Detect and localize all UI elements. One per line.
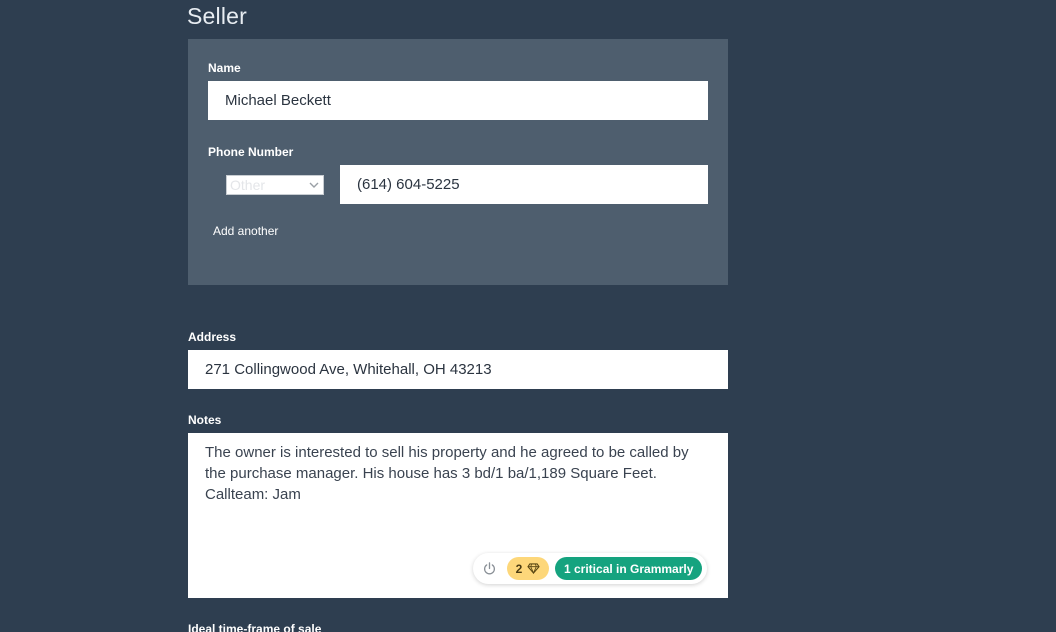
chevron-down-icon bbox=[309, 182, 319, 188]
address-label: Address bbox=[188, 330, 237, 344]
premium-count: 2 bbox=[515, 561, 523, 576]
name-label: Name bbox=[208, 61, 241, 75]
power-icon bbox=[483, 562, 495, 575]
phone-number-input[interactable]: (614) 604-5225 bbox=[340, 165, 708, 204]
notes-text: The owner is interested to sell his prop… bbox=[205, 444, 689, 503]
grammarly-critical-button[interactable]: 1 critical in Grammarly bbox=[555, 557, 703, 580]
diamond-icon bbox=[527, 563, 541, 574]
notes-label: Notes bbox=[188, 413, 222, 427]
page: Seller Name Michael Beckett Phone Number… bbox=[0, 0, 1056, 632]
seller-section-title: Seller bbox=[187, 3, 248, 29]
grammarly-power-button[interactable] bbox=[479, 559, 499, 579]
name-input[interactable]: Michael Beckett bbox=[208, 81, 708, 120]
add-another-link[interactable]: Add another bbox=[213, 224, 278, 238]
phone-number-label: Phone Number bbox=[208, 145, 294, 159]
seller-panel bbox=[188, 39, 728, 285]
grammarly-premium-badge[interactable]: 2 bbox=[507, 557, 549, 580]
time-frame-label: Ideal time-frame of sale bbox=[188, 622, 322, 632]
address-input[interactable]: 271 Collingwood Ave, Whitehall, OH 43213 bbox=[188, 350, 728, 389]
phone-type-value: Other bbox=[230, 177, 266, 193]
grammarly-toolbar: 2 1 critical in Grammarly bbox=[473, 553, 707, 584]
phone-type-select[interactable]: Other bbox=[226, 175, 324, 195]
